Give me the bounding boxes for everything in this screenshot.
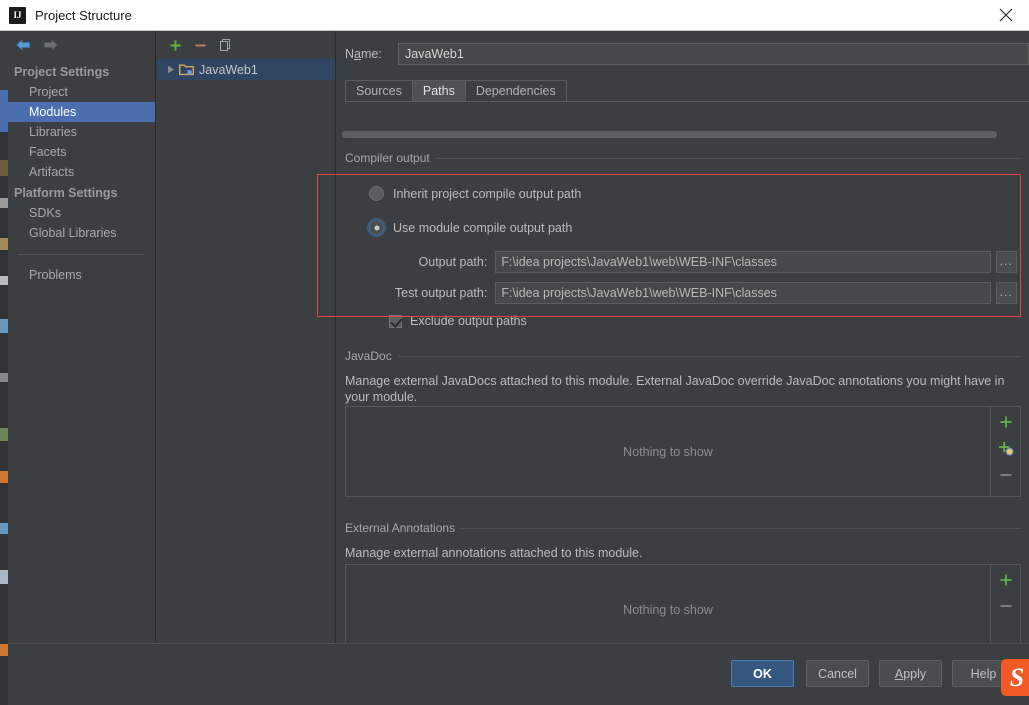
close-icon — [999, 8, 1013, 22]
copy-icon — [220, 39, 230, 51]
sidebar-item-project[interactable]: Project — [8, 82, 155, 102]
scrollbar-thumb[interactable] — [342, 131, 997, 138]
group-divider-line — [397, 355, 1021, 357]
minus-icon — [1000, 474, 1011, 476]
external-annotations-empty-text: Nothing to show — [623, 602, 713, 617]
plus-icon — [170, 40, 181, 50]
javadoc-list-buttons — [990, 407, 1020, 496]
javadoc-add-url-button[interactable] — [998, 441, 1014, 456]
group-divider-line — [435, 157, 1021, 159]
sidebar-divider — [18, 254, 145, 255]
javadoc-add-button[interactable] — [999, 415, 1013, 429]
external-annotations-list-box: Nothing to show — [345, 564, 1021, 655]
javadoc-group-header: JavaDoc — [345, 349, 1021, 363]
plus-globe-icon — [998, 442, 1014, 456]
group-divider-line — [461, 527, 1021, 529]
compiler-output-group-label: Compiler output — [345, 151, 430, 165]
javadoc-empty-text: Nothing to show — [623, 444, 713, 459]
external-annotations-add-button[interactable] — [999, 573, 1013, 587]
copy-module-button[interactable] — [219, 38, 233, 52]
sogou-letter: S — [1009, 662, 1025, 692]
use-module-output-radio-label: Use module compile output path — [393, 220, 573, 235]
external-annotations-list-buttons — [990, 565, 1020, 654]
output-path-row: Output path: ... — [387, 251, 1017, 273]
external-annotations-group-label: External Annotations — [345, 521, 456, 535]
paths-pane: Compiler output Inherit project compile … — [341, 109, 1029, 655]
intellij-idea-logo-icon — [9, 6, 26, 24]
settings-sidebar: Project Settings Project Modules Librari… — [8, 31, 156, 643]
sogou-input-logo-icon: S — [1001, 659, 1029, 696]
tab-sources[interactable]: Sources — [345, 80, 413, 102]
exclude-output-paths-row[interactable]: Exclude output paths — [389, 314, 527, 328]
window-title: Project Structure — [35, 7, 132, 23]
exclude-output-paths-label: Exclude output paths — [410, 314, 527, 328]
dialog-body: Project Settings Project Modules Librari… — [8, 31, 1029, 655]
exclude-output-paths-checkbox[interactable] — [389, 314, 402, 328]
ok-button[interactable]: OK — [731, 660, 794, 687]
sidebar-nav-arrows — [8, 31, 155, 61]
module-tree-panel: JavaWeb1 — [157, 31, 336, 643]
tree-node-label: JavaWeb1 — [199, 62, 258, 77]
sidebar-item-artifacts[interactable]: Artifacts — [8, 162, 155, 182]
tabs-underline — [345, 101, 1029, 102]
inherit-output-radio-row[interactable]: Inherit project compile output path — [369, 186, 581, 201]
plus-icon — [1000, 416, 1011, 428]
use-module-output-radio-row[interactable]: Use module compile output path — [369, 220, 572, 235]
forward-button[interactable] — [42, 38, 59, 55]
javadoc-remove-button[interactable] — [999, 468, 1013, 482]
inherit-output-radio-label: Inherit project compile output path — [393, 186, 582, 201]
sidebar-item-problems[interactable]: Problems — [8, 265, 155, 285]
inherit-output-radio[interactable] — [369, 186, 384, 201]
table-row[interactable]: JavaWeb1 — [157, 59, 335, 80]
sidebar-item-libraries[interactable]: Libraries — [8, 122, 155, 142]
plus-icon — [1000, 574, 1011, 586]
arrow-left-icon — [16, 39, 30, 50]
module-tabs: Sources Paths Dependencies — [345, 79, 1029, 102]
close-button[interactable] — [983, 0, 1029, 30]
arrow-right-icon — [44, 39, 58, 50]
sidebar-item-facets[interactable]: Facets — [8, 142, 155, 162]
tab-paths[interactable]: Paths — [411, 80, 466, 102]
remove-module-button[interactable] — [194, 39, 207, 52]
compiler-output-group-header: Compiler output — [345, 151, 1021, 165]
sidebar-group-platform-settings: Platform Settings — [14, 186, 118, 200]
module-name-input[interactable] — [398, 43, 1029, 65]
add-module-button[interactable] — [169, 39, 182, 52]
output-path-label: Output path: — [418, 255, 488, 269]
module-settings-content: Name: Sources Paths Dependencies Compile… — [337, 31, 1029, 655]
background-ide-sliver — [0, 30, 8, 705]
tab-dependencies[interactable]: Dependencies — [464, 80, 567, 102]
test-output-path-row: Test output path: ... — [387, 282, 1017, 304]
dialog-button-bar: OK Cancel Apply Help — [8, 643, 1029, 705]
module-folder-icon — [179, 63, 194, 76]
minus-icon — [195, 44, 206, 46]
sidebar-item-modules[interactable]: Modules — [8, 102, 155, 122]
javadoc-group-label: JavaDoc — [345, 349, 392, 363]
module-name-label: Name: — [345, 47, 382, 61]
title-bar: Project Structure — [0, 0, 1029, 31]
test-output-path-input[interactable] — [495, 282, 991, 304]
sidebar-group-project-settings: Project Settings — [14, 65, 110, 79]
content-horizontal-scrollbar[interactable] — [341, 130, 1029, 139]
external-annotations-description: Manage external annotations attached to … — [345, 546, 643, 560]
project-structure-dialog: Project Structure — [0, 0, 1029, 705]
module-name-row: Name: — [345, 43, 1029, 65]
triangle-right-icon[interactable] — [164, 65, 177, 74]
output-path-browse-button[interactable]: ... — [995, 251, 1017, 273]
back-button[interactable] — [15, 38, 32, 55]
test-output-path-browse-button[interactable]: ... — [995, 282, 1017, 304]
javadoc-list-box: Nothing to show — [345, 406, 1021, 497]
sidebar-item-sdks[interactable]: SDKs — [8, 203, 155, 223]
apply-button[interactable]: Apply — [879, 660, 942, 687]
use-module-output-radio[interactable] — [369, 220, 384, 235]
javadoc-description: Manage external JavaDocs attached to thi… — [345, 374, 1005, 404]
external-annotations-group-header: External Annotations — [345, 521, 1021, 535]
module-tree-toolbar — [157, 31, 335, 59]
test-output-path-label: Test output path: — [394, 286, 488, 300]
minus-icon — [1000, 605, 1011, 607]
external-annotations-remove-button[interactable] — [999, 599, 1013, 613]
output-path-input[interactable] — [495, 251, 991, 273]
cancel-button[interactable]: Cancel — [806, 660, 869, 687]
sidebar-item-global-libraries[interactable]: Global Libraries — [8, 223, 155, 243]
